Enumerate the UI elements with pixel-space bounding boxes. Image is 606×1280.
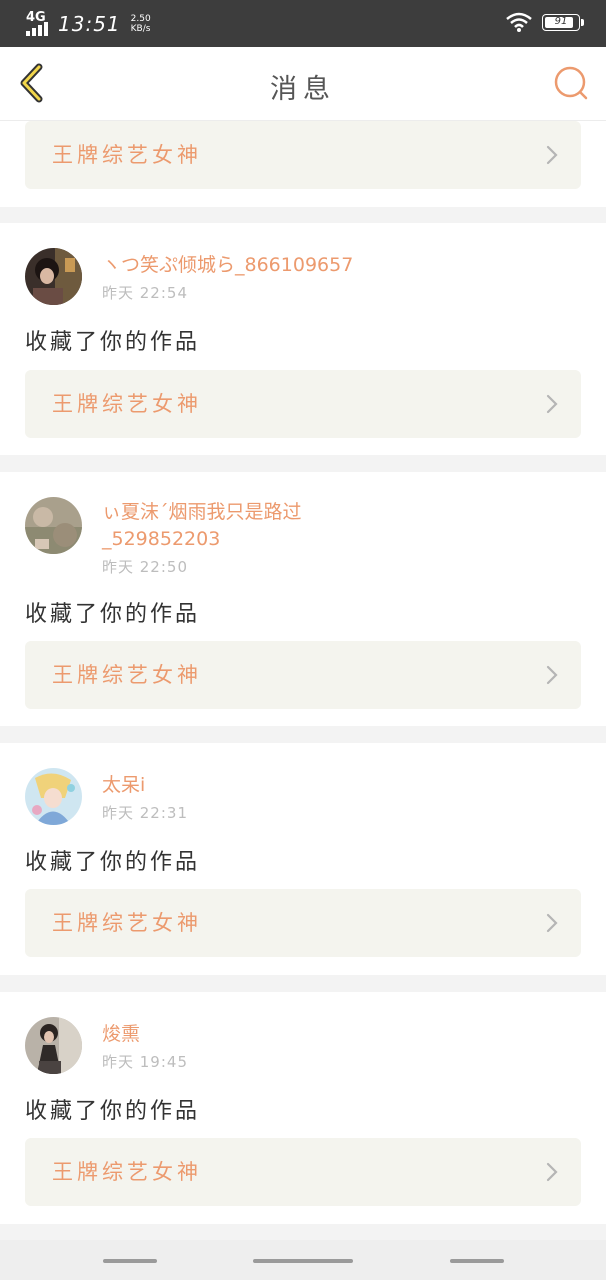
- chevron-right-icon: [546, 665, 558, 685]
- status-time: 13:51: [58, 12, 121, 36]
- message-card[interactable]: ヽつ笑ぷ倾城ら_866109657 昨天 22:54 收藏了你的作品 王牌综艺女…: [0, 223, 606, 455]
- battery-icon: 91: [542, 13, 584, 31]
- username[interactable]: 焌熏: [102, 1021, 140, 1047]
- action-text: 收藏了你的作品: [25, 850, 201, 875]
- username[interactable]: ヽつ笑ぷ倾城ら_866109657: [102, 252, 353, 278]
- work-title: 王牌综艺女神: [52, 663, 202, 687]
- avatar[interactable]: [25, 1017, 82, 1074]
- system-navigation-bar: [0, 1240, 606, 1280]
- username[interactable]: 太呆i: [102, 772, 145, 798]
- work-link[interactable]: 王牌综艺女神: [25, 641, 581, 709]
- chevron-right-icon: [546, 145, 558, 165]
- search-icon[interactable]: [552, 63, 592, 103]
- action-text: 收藏了你的作品: [25, 602, 201, 627]
- status-left: 4G 13:51 2.50 KB/s: [26, 9, 151, 39]
- message-card[interactable]: ぃ夏沫ˊ烟雨我只是路过 _529852203 昨天 22:50 收藏了你的作品 …: [0, 472, 606, 726]
- work-link[interactable]: 王牌综艺女神: [25, 370, 581, 438]
- work-title: 王牌综艺女神: [52, 911, 202, 935]
- battery-level: 91: [554, 15, 568, 27]
- message-card-partial: 王牌综艺女神: [0, 121, 606, 207]
- timestamp: 昨天 22:54: [102, 284, 188, 302]
- network-rate-unit: KB/s: [130, 24, 151, 34]
- nav-home-handle[interactable]: [253, 1259, 353, 1263]
- action-text: 收藏了你的作品: [25, 1099, 201, 1124]
- status-bar: 4G 13:51 2.50 KB/s 91: [0, 0, 606, 47]
- nav-menu-handle[interactable]: [103, 1259, 157, 1263]
- work-title: 王牌综艺女神: [52, 143, 202, 167]
- message-card[interactable]: 太呆i 昨天 22:31 收藏了你的作品 王牌综艺女神: [0, 743, 606, 975]
- status-right: 91: [506, 12, 584, 32]
- username-line2[interactable]: _529852203: [102, 526, 220, 552]
- work-link[interactable]: 王牌综艺女神: [25, 121, 581, 189]
- chevron-right-icon: [546, 1162, 558, 1182]
- network-rate-value: 2.50: [130, 14, 151, 24]
- network-rate: 2.50 KB/s: [131, 14, 151, 34]
- page-title: 消息: [270, 74, 336, 105]
- action-text: 收藏了你的作品: [25, 330, 201, 355]
- work-link[interactable]: 王牌综艺女神: [25, 1138, 581, 1206]
- chevron-right-icon: [546, 913, 558, 933]
- timestamp: 昨天 19:45: [102, 1053, 188, 1071]
- timestamp: 昨天 22:31: [102, 804, 188, 822]
- work-title: 王牌综艺女神: [52, 1160, 202, 1184]
- nav-back-handle[interactable]: [450, 1259, 504, 1263]
- avatar[interactable]: [25, 248, 82, 305]
- avatar[interactable]: [25, 497, 82, 554]
- username-line1[interactable]: ぃ夏沫ˊ烟雨我只是路过: [102, 499, 302, 525]
- timestamp: 昨天 22:50: [102, 558, 188, 576]
- work-title: 王牌综艺女神: [52, 392, 202, 416]
- chevron-right-icon: [546, 394, 558, 414]
- avatar[interactable]: [25, 768, 82, 825]
- cellular-signal-icon: 4G: [26, 10, 50, 36]
- nav-bar: 消息: [0, 47, 606, 121]
- work-link[interactable]: 王牌综艺女神: [25, 889, 581, 957]
- wifi-icon: [506, 12, 532, 32]
- message-card[interactable]: 焌熏 昨天 19:45 收藏了你的作品 王牌综艺女神: [0, 992, 606, 1224]
